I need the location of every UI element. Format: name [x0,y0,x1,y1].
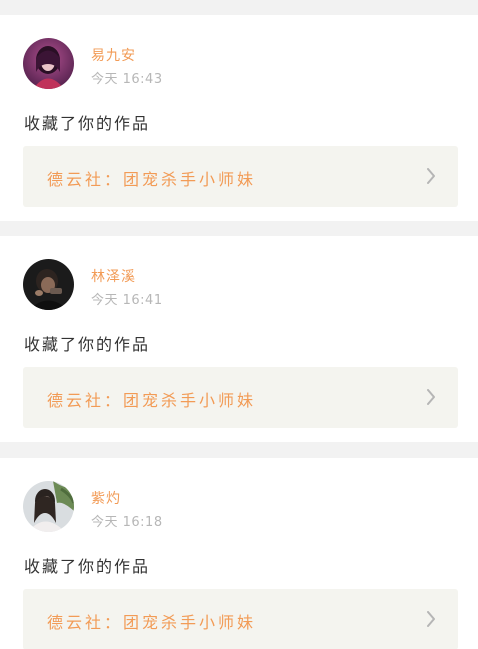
work-title: 德云社：团宠杀手小师妹 [47,391,257,410]
username[interactable]: 紫灼 [91,488,121,508]
timestamp: 今天 16:18 [91,515,163,530]
work-title: 德云社：团宠杀手小师妹 [47,613,257,632]
work-link[interactable]: 德云社：团宠杀手小师妹 [23,367,458,428]
avatar[interactable] [23,481,74,532]
activity-text: 收藏了你的作品 [24,335,151,354]
avatar-image [23,38,74,89]
avatar-image [23,481,74,532]
work-link[interactable]: 德云社：团宠杀手小师妹 [23,146,458,207]
activity-text: 收藏了你的作品 [24,557,151,576]
chevron-right-icon [427,389,435,405]
chevron-right-icon [427,168,435,184]
username[interactable]: 林泽溪 [91,266,136,286]
activity-text: 收藏了你的作品 [24,114,151,133]
timestamp: 今天 16:43 [91,72,163,87]
username[interactable]: 易九安 [91,45,136,65]
avatar[interactable] [23,38,74,89]
notification-feed: 易九安 今天 16:43 收藏了你的作品 德云社：团宠杀手小师妹 林泽溪 今天 … [0,0,478,649]
work-link[interactable]: 德云社：团宠杀手小师妹 [23,589,458,649]
work-title: 德云社：团宠杀手小师妹 [47,170,257,189]
notification-card: 紫灼 今天 16:18 收藏了你的作品 德云社：团宠杀手小师妹 [0,458,478,649]
avatar[interactable] [23,259,74,310]
notification-card: 易九安 今天 16:43 收藏了你的作品 德云社：团宠杀手小师妹 [0,15,478,221]
timestamp: 今天 16:41 [91,293,163,308]
avatar-image [23,259,74,310]
chevron-right-icon [427,611,435,627]
notification-card: 林泽溪 今天 16:41 收藏了你的作品 德云社：团宠杀手小师妹 [0,236,478,442]
